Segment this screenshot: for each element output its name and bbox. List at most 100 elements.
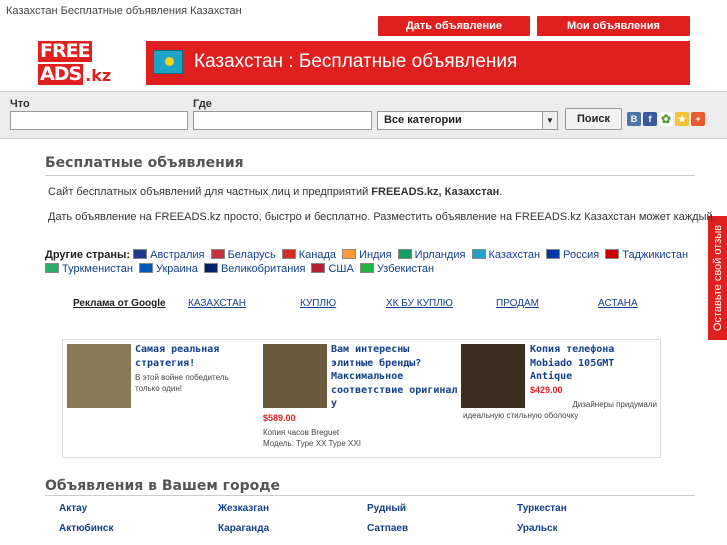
search-button[interactable]: Поиск (565, 108, 622, 130)
country-flag-icon (45, 263, 59, 273)
country-link[interactable]: Узбекистан (359, 262, 435, 276)
google-ad-link[interactable]: АСТАНА (598, 298, 638, 309)
header-banner: Казахстан : Бесплатные объявления (146, 41, 690, 85)
country-link[interactable]: Туркменистан (45, 262, 133, 276)
cities-title: Объявления в Вашем городе (45, 478, 281, 494)
ad-title[interactable]: Вам интересны элитные бренды? Максимальное… (331, 343, 457, 411)
ad-price: $429.00 (530, 385, 563, 395)
site-logo[interactable]: FREE ADS .kz (38, 41, 114, 85)
google-ad-link[interactable]: ПРОДАМ (496, 298, 539, 309)
post-ad-button[interactable]: Дать объявление (378, 16, 530, 36)
city-link[interactable]: Караганда (218, 523, 269, 534)
country-flag-icon (397, 249, 412, 259)
vk-icon[interactable]: В (627, 112, 641, 126)
country-flag-icon (210, 249, 225, 259)
country-name: Россия (563, 249, 600, 261)
page-title: Бесплатные объявления (45, 155, 244, 171)
kazakhstan-flag-icon (153, 50, 183, 74)
country-flag-icon (471, 249, 486, 259)
google-ad-link[interactable]: ХК БУ КУПЛЮ (386, 298, 453, 309)
city-link[interactable]: Рудный (367, 503, 406, 514)
banner-title: Казахстан : Бесплатные объявления (194, 51, 518, 72)
logo-kz: .kz (85, 66, 112, 85)
city-link[interactable]: Актау (59, 503, 87, 514)
what-label: Что (10, 98, 30, 110)
divider (45, 495, 695, 496)
country-link[interactable]: Казахстан (471, 248, 541, 262)
city-link[interactable]: Актюбинск (59, 523, 113, 534)
country-name: Канада (298, 249, 337, 261)
country-link[interactable]: Таджикистан (605, 248, 688, 262)
feedback-tab[interactable]: Оставьте свой отзыв (708, 216, 727, 340)
intro-end: . (499, 186, 503, 198)
country-link[interactable]: Россия (546, 248, 599, 262)
country-name: Беларусь (227, 249, 276, 261)
country-link[interactable]: США (311, 262, 354, 276)
category-selected: Все категории (384, 114, 462, 126)
country-name: Украина (155, 263, 198, 275)
google-ads-label-text: Реклама от Google (73, 298, 166, 309)
country-name: Индия (359, 249, 392, 261)
ad-text: Копия часов Breguet Модель: Type XX Type … (263, 428, 361, 448)
city-link[interactable]: Уральск (517, 523, 558, 534)
feedback-label: Оставьте свой отзыв (711, 224, 724, 332)
watch-image[interactable] (263, 344, 327, 408)
soldier-image[interactable] (67, 344, 131, 408)
intro-paragraph: Сайт бесплатных объявлений для частных л… (48, 186, 502, 198)
country-flag-icon (203, 263, 218, 273)
country-name: Узбекистан (376, 263, 435, 275)
country-flag-icon (133, 249, 148, 259)
ad-price: $589.00 (263, 413, 296, 423)
country-link[interactable]: Канада (281, 248, 337, 262)
country-name: Ирландия (414, 249, 466, 261)
ad-text: В этой войне победитель только один! (135, 373, 229, 393)
country-flag-icon (342, 249, 357, 259)
category-select[interactable]: Все категории ▼ (377, 111, 558, 130)
country-name: США (328, 263, 354, 275)
google-ad-link[interactable]: КАЗАХСТАН (188, 298, 246, 309)
where-label: Где (193, 98, 212, 110)
divider (45, 175, 695, 176)
country-name: Австралия (150, 249, 205, 261)
ad-title[interactable]: Копия телефона Mobiado 105GMT Antique (530, 343, 614, 384)
ad-text: Дизайнеры придумали идеальную стильную об… (463, 400, 657, 420)
top-line: Казахстан Бесплатные объявления Казахста… (6, 5, 242, 17)
where-input[interactable] (193, 111, 372, 130)
facebook-icon[interactable]: f (643, 112, 657, 126)
description-paragraph: Дать объявление на FREEADS.kz просто, бы… (48, 211, 716, 223)
country-link[interactable]: Беларусь (210, 248, 276, 262)
google-ad-link[interactable]: КУПЛЮ (300, 298, 336, 309)
country-flag-icon (359, 263, 374, 273)
country-flag-icon (546, 249, 561, 259)
country-link[interactable]: Великобритания (203, 262, 306, 276)
bookmark-star-icon[interactable]: ★ (675, 112, 689, 126)
country-link[interactable]: Австралия (133, 248, 205, 262)
google-ads-label: Реклама от Google (73, 298, 166, 309)
search-bar: Что Где Все категории ▼ Поиск В f ✿ ★ + (0, 91, 727, 139)
chevron-down-icon[interactable]: ▼ (542, 112, 557, 129)
intro-site-name: FREEADS.kz, Казахстан (371, 186, 500, 198)
share-flower-icon[interactable]: ✿ (659, 112, 673, 126)
intro-text: Сайт бесплатных объявлений для частных л… (48, 186, 372, 198)
country-flag-icon (281, 249, 296, 259)
add-more-icon[interactable]: + (691, 112, 705, 126)
country-flag-icon (311, 263, 326, 273)
ad-title[interactable]: Самая реальная стратегия! (135, 343, 219, 370)
my-ads-button[interactable]: Мои объявления (537, 16, 690, 36)
country-name: Туркменистан (62, 263, 133, 275)
country-link[interactable]: Украина (138, 262, 198, 276)
logo-free: FREE (38, 40, 92, 62)
country-flag-icon (605, 249, 620, 259)
country-name: Таджикистан (622, 249, 689, 261)
country-name: Великобритания (220, 263, 306, 275)
country-link[interactable]: Ирландия (397, 248, 466, 262)
what-input[interactable] (10, 111, 188, 130)
country-name: Казахстан (488, 249, 541, 261)
ad-box: Самая реальная стратегия! В этой войне по… (62, 339, 661, 458)
country-link[interactable]: Индия (342, 248, 392, 262)
country-flag-icon (138, 263, 153, 273)
countries-label: Другие страны: (45, 249, 131, 261)
city-link[interactable]: Туркестан (517, 503, 567, 514)
city-link[interactable]: Жезказган (218, 503, 269, 514)
city-link[interactable]: Сатпаев (367, 523, 408, 534)
